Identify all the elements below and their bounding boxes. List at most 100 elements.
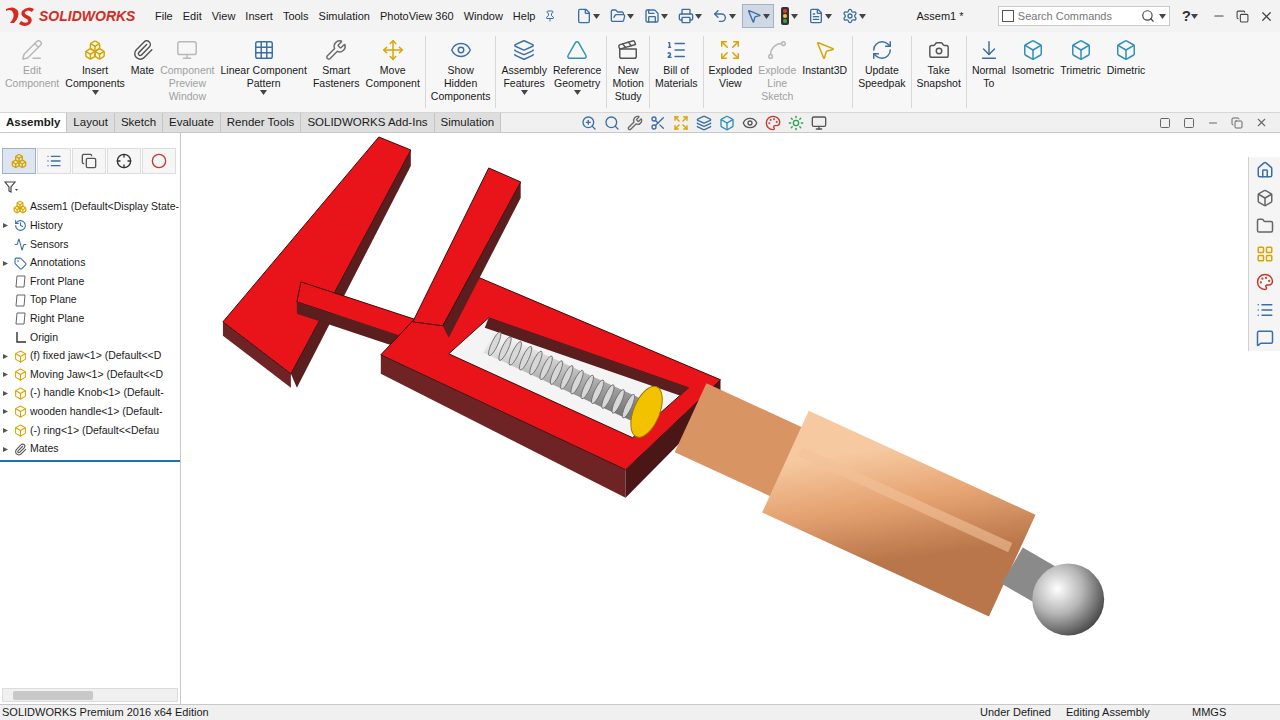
panel-tab[interactable] [72, 148, 106, 174]
view-tool-icon[interactable] [604, 115, 620, 131]
restore-icon[interactable] [1236, 10, 1249, 23]
ribbon-button[interactable]: InsertComponents [62, 36, 128, 95]
pin-icon[interactable] [544, 10, 556, 22]
quick-access-button[interactable] [776, 4, 802, 28]
tree-item[interactable]: Assem1 (Default<Display State- [0, 198, 180, 217]
view-tool-icon[interactable] [788, 115, 804, 131]
quick-access-button[interactable] [640, 4, 672, 28]
scrollbar-thumb[interactable] [13, 691, 93, 700]
quick-access-button[interactable] [674, 4, 706, 28]
view-tool-icon[interactable] [765, 115, 781, 131]
view-tool-icon[interactable] [742, 115, 758, 131]
ribbon-button[interactable]: ExplodedView [706, 36, 756, 90]
quick-access-button[interactable] [804, 4, 836, 28]
ribbon-button[interactable]: Dimetric [1104, 36, 1149, 77]
ribbon-button[interactable]: SmartFasteners [310, 36, 363, 90]
ribbon-button[interactable]: ReferenceGeometry [550, 36, 604, 95]
menu-item[interactable]: PhotoView 360 [375, 8, 459, 25]
screw[interactable] [486, 331, 640, 420]
ribbon-button[interactable]: NormalTo [969, 36, 1009, 90]
viewport-icon[interactable] [1159, 117, 1171, 129]
ribbon-button[interactable]: TakeSnapshot [914, 36, 964, 90]
menu-item[interactable]: File [150, 8, 178, 25]
view-tool-icon[interactable] [627, 115, 643, 131]
tree-item[interactable]: (-) handle Knob<1> (Default- [0, 384, 180, 403]
panel-tab[interactable] [107, 148, 141, 174]
menu-item[interactable]: View [207, 8, 241, 25]
ribbon-button[interactable]: ShowHiddenComponents [428, 36, 494, 103]
task-pane-icon[interactable] [1256, 301, 1274, 319]
tree-item[interactable]: History [0, 217, 180, 236]
minimize-icon[interactable] [1207, 117, 1219, 129]
view-tool-icon[interactable] [696, 115, 712, 131]
tree-item[interactable]: Annotations [0, 254, 180, 273]
horizontal-scrollbar[interactable] [2, 688, 178, 702]
ribbon-button[interactable]: AssemblyFeatures [498, 36, 550, 95]
ribbon-tab[interactable]: Evaluate [163, 113, 221, 132]
tree-item[interactable]: Mates [0, 440, 180, 459]
assembly-model[interactable] [181, 133, 1280, 704]
tree-filter[interactable] [0, 176, 180, 198]
ribbon-button[interactable]: Instant3D [799, 36, 850, 77]
view-tool-icon[interactable] [581, 115, 597, 131]
ribbon-tab[interactable]: SOLIDWORKS Add-Ins [301, 113, 434, 132]
task-pane-icon[interactable] [1256, 273, 1274, 291]
quick-access-button[interactable] [838, 4, 870, 28]
panel-tab[interactable] [37, 148, 71, 174]
ribbon-button[interactable]: EditComponent [2, 36, 62, 90]
menu-item[interactable]: Edit [178, 8, 207, 25]
ring[interactable] [624, 382, 668, 442]
status-units[interactable]: MMGS [1192, 704, 1278, 720]
tree-item[interactable]: Moving Jaw<1> (Default<<D [0, 365, 180, 384]
viewport-icon[interactable] [1183, 117, 1195, 129]
ribbon-tab[interactable]: Simulation [435, 113, 502, 132]
panel-tab[interactable] [2, 148, 36, 174]
task-pane-icon[interactable] [1256, 329, 1274, 347]
handle-knob[interactable] [1012, 564, 1104, 636]
view-tool-icon[interactable] [673, 115, 689, 131]
view-tool-icon[interactable] [719, 115, 735, 131]
ribbon-button[interactable]: Bill ofMaterials [652, 36, 701, 90]
ribbon-button[interactable]: UpdateSpeedpak [855, 36, 908, 90]
tree-item[interactable]: Front Plane [0, 272, 180, 291]
ribbon-tab[interactable]: Assembly [0, 113, 67, 132]
ribbon-button[interactable]: NewMotionStudy [609, 36, 647, 103]
menu-item[interactable]: Insert [240, 8, 278, 25]
menu-item[interactable]: Tools [278, 8, 314, 25]
menu-item[interactable]: Window [459, 8, 508, 25]
search-box[interactable]: Search Commands [998, 6, 1170, 26]
ribbon-button[interactable]: Trimetric [1057, 36, 1103, 77]
quick-access-button[interactable] [742, 4, 774, 28]
ribbon-button[interactable]: ExplodeLineSketch [755, 36, 799, 103]
tree-item[interactable]: Right Plane [0, 310, 180, 329]
task-pane-icon[interactable] [1256, 245, 1274, 263]
tree-item[interactable]: (f) fixed jaw<1> (Default<<D [0, 347, 180, 366]
close-icon[interactable] [1255, 116, 1268, 129]
ribbon-button[interactable]: Isometric [1009, 36, 1058, 77]
ribbon-tab[interactable]: Sketch [115, 113, 163, 132]
task-pane-icon[interactable] [1256, 161, 1274, 179]
help-button[interactable]: ? [1182, 5, 1191, 28]
search-icon[interactable] [1141, 9, 1155, 23]
view-tool-icon[interactable] [811, 115, 827, 131]
graphics-area[interactable] [181, 133, 1280, 704]
quick-access-button[interactable] [708, 4, 740, 28]
quick-access-button[interactable] [606, 4, 638, 28]
ribbon-tab[interactable]: Render Tools [221, 113, 302, 132]
tree-item[interactable]: Top Plane [0, 291, 180, 310]
task-pane-icon[interactable] [1256, 217, 1274, 235]
menu-item[interactable]: Help [508, 8, 541, 25]
ribbon-button[interactable]: Linear ComponentPattern [217, 36, 309, 95]
quick-access-button[interactable] [572, 4, 604, 28]
close-icon[interactable] [1259, 9, 1274, 24]
panel-tab[interactable] [142, 148, 176, 174]
tree-item[interactable]: (-) ring<1> (Default<<Defau [0, 421, 180, 440]
menu-item[interactable]: Simulation [314, 8, 375, 25]
restore-icon[interactable] [1231, 117, 1243, 129]
ribbon-button[interactable]: MoveComponent [363, 36, 423, 90]
ribbon-button[interactable]: Mate [128, 36, 157, 77]
view-tool-icon[interactable] [650, 115, 666, 131]
tree-item[interactable]: wooden handle<1> (Default- [0, 403, 180, 422]
task-pane-icon[interactable] [1256, 189, 1274, 207]
ribbon-button[interactable]: ComponentPreviewWindow [157, 36, 217, 103]
